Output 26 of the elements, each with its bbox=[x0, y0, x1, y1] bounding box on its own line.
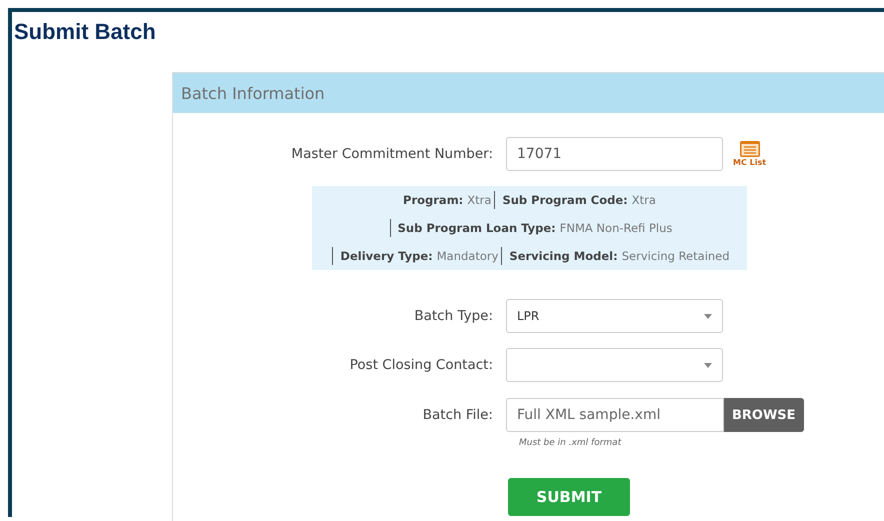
hint-text: Must be in .xml format bbox=[519, 438, 622, 448]
caret-icon bbox=[704, 314, 712, 318]
select-field[interactable]: LPR bbox=[506, 299, 723, 333]
caret-icon bbox=[704, 362, 712, 368]
info-label: Servicing Model: bbox=[509, 249, 618, 263]
info-label: Delivery Type: bbox=[340, 249, 433, 263]
info-value: FNMA Non-Refi Plus bbox=[560, 221, 672, 235]
field-label: Master Commitment Number: bbox=[290, 146, 494, 162]
file-field[interactable]: Full XML sample.xml bbox=[506, 398, 724, 432]
field-label: Post Closing Contact: bbox=[348, 357, 494, 373]
input-field[interactable]: 17071 bbox=[506, 137, 723, 171]
browse-button[interactable]: BROWSE bbox=[724, 398, 804, 432]
info-label: Sub Program Code: bbox=[502, 193, 628, 207]
info-value: Servicing Retained bbox=[622, 249, 730, 263]
select-field[interactable] bbox=[506, 348, 723, 382]
info-value: Xtra bbox=[467, 193, 492, 207]
info-label: Program: bbox=[403, 193, 464, 207]
info-value: Xtra bbox=[632, 193, 656, 207]
panel-header: Batch Information bbox=[173, 73, 884, 113]
field-label: Batch Type: bbox=[413, 308, 494, 324]
list-icon[interactable] bbox=[740, 141, 760, 157]
mc-list-link[interactable]: MC List bbox=[733, 158, 766, 167]
page-title: Submit Batch bbox=[14, 18, 157, 46]
info-value: Mandatory bbox=[436, 249, 498, 263]
info-label: Sub Program Loan Type: bbox=[398, 221, 556, 235]
field-label: Batch File: bbox=[422, 407, 494, 423]
